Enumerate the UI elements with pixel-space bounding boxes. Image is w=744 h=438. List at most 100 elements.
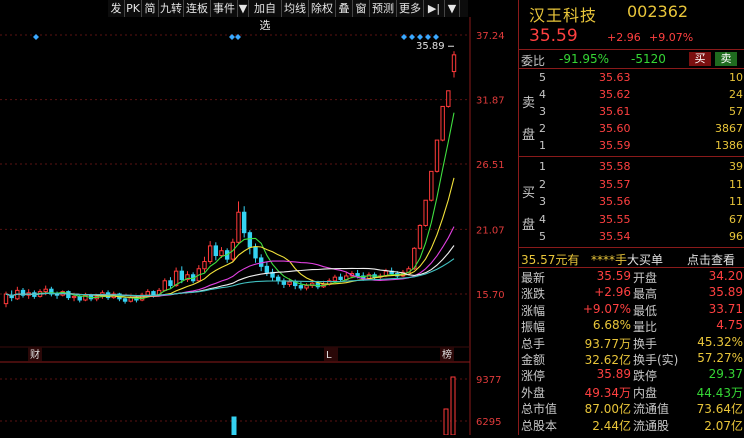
bid-volume: 39 xyxy=(729,160,743,173)
toolbar-item[interactable]: ▶| xyxy=(424,0,445,17)
toolbar-item[interactable]: 简 xyxy=(142,0,159,17)
last-price: 35.59 xyxy=(529,26,578,46)
volume-tick: 9377 xyxy=(476,375,501,386)
stat-row: 涨幅 +9.07% 最低 33.71 xyxy=(519,302,744,318)
toolbar-item[interactable]: 叠 xyxy=(336,0,353,17)
bid-price: 35.58 xyxy=(599,160,631,173)
stat-key: 最低 xyxy=(633,303,658,318)
candle-body xyxy=(429,170,434,201)
event-diamond-icon xyxy=(409,34,415,40)
ask-volume: 24 xyxy=(729,88,743,101)
bid-row[interactable]: 2 35.57 11 xyxy=(519,177,744,194)
candle-body xyxy=(219,250,224,257)
toolbar-item[interactable]: 发 xyxy=(108,0,125,17)
stat-value: 29.37 xyxy=(708,367,743,382)
bid-row[interactable]: 5 35.54 96 xyxy=(519,229,744,246)
candle-body xyxy=(446,90,451,107)
stat-value: +2.96 xyxy=(594,285,631,300)
candle-body xyxy=(71,295,77,299)
candle-body xyxy=(66,291,71,299)
ask-row[interactable]: 3 35.61 57 xyxy=(519,104,744,121)
toolbar-item[interactable]: 均线 xyxy=(282,0,309,17)
price-change: +2.96 xyxy=(607,31,641,44)
price-change-pct: +9.07% xyxy=(649,31,694,44)
price-tick: 37.24 xyxy=(476,31,505,42)
toolbar-item[interactable]: 除权 xyxy=(309,0,336,17)
stat-value: 33.71 xyxy=(708,301,743,316)
stat-row: 总市值 87.00亿 流通值 73.64亿 xyxy=(519,400,744,416)
toolbar-item[interactable]: 窗 xyxy=(353,0,370,17)
ask-level: 5 xyxy=(539,71,546,84)
buy-side-char: 买 xyxy=(522,186,536,201)
stat-key: 开盘 xyxy=(633,271,658,285)
bid-volume: 96 xyxy=(729,230,743,244)
stat-key: 内盘 xyxy=(633,385,658,400)
stat-value: 4.75 xyxy=(716,318,743,333)
bid-row[interactable]: 3 35.56 11 xyxy=(519,194,744,211)
toolbar-item[interactable]: 更多 xyxy=(397,0,424,17)
divider xyxy=(519,68,744,69)
ask-row[interactable]: 4 35.62 24 xyxy=(519,87,744,104)
ask-volume: 1386 xyxy=(715,139,743,152)
ask-price: 35.62 xyxy=(599,88,631,101)
toolbar-item[interactable]: 预测 xyxy=(370,0,397,17)
candle-body xyxy=(253,246,258,259)
candle-body xyxy=(122,298,128,302)
stat-key: 跌停 xyxy=(633,369,658,384)
candle-body xyxy=(145,291,150,296)
stat-value: 35.59 xyxy=(596,269,631,283)
stat-key: 振幅 xyxy=(521,320,546,335)
kline-chart[interactable]: 37.24 31.87 26.51 21.07 15.70 35.89 财 L 榜 9377 629… xyxy=(0,17,518,436)
toolbar-item[interactable]: 加自选 xyxy=(249,0,282,32)
stat-key: 流通股 xyxy=(633,418,670,433)
bottom-marker: L xyxy=(326,350,332,361)
toolbar-item[interactable]: ▼ xyxy=(238,0,249,17)
stat-value: 49.34万 xyxy=(584,385,631,400)
candle-body xyxy=(451,54,457,73)
big-order-view-link[interactable]: 点击查看 xyxy=(687,251,735,268)
candle-body xyxy=(276,276,281,282)
stat-value: 93.77万 xyxy=(584,336,631,351)
price-tick: 21.07 xyxy=(476,225,505,236)
bid-level: 2 xyxy=(539,177,546,191)
candle-body xyxy=(3,293,9,305)
sell-button[interactable]: 卖 xyxy=(715,52,737,66)
bid-row[interactable]: 4 35.55 67 xyxy=(519,212,744,229)
stat-key: 流通值 xyxy=(633,402,670,417)
stat-value: 57.27% xyxy=(697,351,743,365)
ask-row[interactable]: 5 35.63 10 xyxy=(519,70,744,87)
candle-body xyxy=(247,232,253,248)
ask-row[interactable]: 2 35.60 3867 xyxy=(519,121,744,138)
divider xyxy=(519,49,744,50)
stat-key: 总市值 xyxy=(521,402,558,417)
event-diamond-icon xyxy=(417,34,423,40)
stat-row: 涨跌 +2.96 最高 35.89 xyxy=(519,285,744,301)
ask-row[interactable]: 1 35.59 1386 xyxy=(519,138,744,155)
buy-button[interactable]: 买 xyxy=(689,52,711,66)
stat-value: 44.43万 xyxy=(696,385,743,400)
weicha-value: -5120 xyxy=(631,52,666,66)
toolbar-item[interactable]: ▼ xyxy=(445,0,460,17)
kline-svg: 37.24 31.87 26.51 21.07 15.70 35.89 财 L 榜 9377 629… xyxy=(0,17,505,436)
bid-row[interactable]: 1 35.58 39 xyxy=(519,159,744,176)
toolbar-item[interactable]: 九转 xyxy=(159,0,184,17)
ask-level: 4 xyxy=(539,88,546,101)
candle-body xyxy=(236,211,241,243)
stat-key: 总手 xyxy=(521,336,546,351)
toolbar-item[interactable]: 连板 xyxy=(184,0,211,17)
stat-row: 外盘 49.34万 内盘 44.43万 xyxy=(519,384,744,400)
candle-body xyxy=(179,270,184,281)
stat-row: 最新 35.59 开盘 34.20 xyxy=(519,269,744,285)
stat-key: 量比 xyxy=(633,320,658,335)
weibi-label: 委比 xyxy=(521,54,546,68)
toolbar-item[interactable]: 事件 xyxy=(211,0,238,17)
toolbar-item[interactable]: PK xyxy=(125,0,142,17)
chart-toolbar: 发 PK 简九转 连板 事件 ▼ 加自选 均线 除权叠窗预测 更多 ▶| ▼ xyxy=(108,0,468,32)
stat-value: 35.89 xyxy=(596,367,631,382)
bid-price: 35.54 xyxy=(599,230,631,244)
price-tick: 15.70 xyxy=(476,290,505,301)
divider xyxy=(519,267,744,268)
stat-key: 换手 xyxy=(633,336,658,351)
buy-side-char: 盘 xyxy=(522,218,536,233)
candle-body xyxy=(168,280,173,287)
